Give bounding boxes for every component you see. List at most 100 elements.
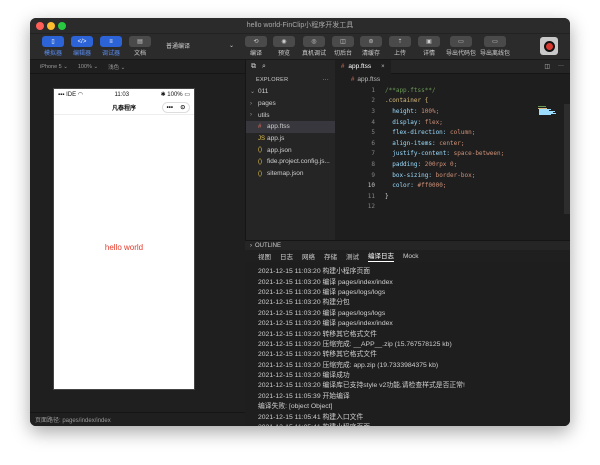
code-line[interactable]: 1 /**app.ftss**/ — [335, 85, 570, 96]
file-tree-item[interactable]: () sitemap.json — [246, 168, 335, 180]
code-line[interactable]: 9 box-sizing: border-box; — [335, 170, 570, 181]
chevron-icon: ⌄ — [250, 89, 256, 96]
code-line[interactable]: 7 justify-content: space-between; — [335, 149, 570, 160]
toolbar-button-label: 调试器 — [101, 51, 120, 57]
debug-tab[interactable]: 网络 — [302, 251, 315, 261]
file-explorer: ⧉ ⌕ EXPLORER ··· ⌄ 011 › pages › utils # app.ft… — [245, 60, 335, 240]
code-line[interactable]: 6 align-items: center; — [335, 138, 570, 149]
phone-status-bar: ▪▪▪ IDE ◠ 11:03 ✱ 100% ▭ — [54, 89, 194, 100]
debug-tab[interactable]: 存储 — [324, 251, 337, 261]
explorer-title: EXPLORER — [256, 77, 289, 83]
code-token: #ff0000; — [417, 182, 447, 190]
file-name: utils — [258, 111, 270, 119]
more-icon[interactable]: ··· — [558, 63, 564, 70]
toolbar-action-5[interactable]: ⇡ 上传 — [387, 36, 413, 57]
toolbar-action-3[interactable]: ◫ 切后台 — [330, 36, 356, 57]
toolbar-action-2[interactable]: ◎ 真机调试 — [301, 36, 327, 57]
log-line: 2021-12-15 11:05:41 构建入口文件 — [258, 413, 364, 421]
toolbar-action-4[interactable]: ⊜ 清缓存 — [358, 36, 384, 57]
compile-icon: ⟲ — [245, 36, 267, 47]
phone-screen[interactable]: ▪▪▪ IDE ◠ 11:03 ✱ 100% ▭ 凡泰程序 ••• ⊙ hell… — [53, 88, 195, 390]
toolbar-button-3[interactable]: ▤ 文档 — [127, 36, 153, 57]
code-token: align-items: — [385, 139, 440, 147]
device-debug-icon: ◎ — [303, 36, 325, 47]
mini-program-capsule: ••• ⊙ — [162, 102, 190, 113]
line-number: 4 — [371, 118, 375, 126]
files-icon[interactable]: ⧉ — [251, 63, 256, 71]
close-circle-icon[interactable]: ⊙ — [180, 104, 185, 111]
toolbar-action-label: 真机调试 — [301, 51, 326, 57]
toolbar-action-0[interactable]: ⟲ 编译 — [243, 36, 269, 57]
file-name: app.ftss — [267, 123, 290, 131]
search-icon[interactable]: ⌕ — [262, 63, 266, 71]
editor-scrollbar[interactable] — [564, 104, 570, 214]
toolbar-action-1[interactable]: ◉ 预览 — [271, 36, 297, 57]
code-token: 200rpx 0; — [424, 160, 458, 168]
close-tab-icon[interactable]: × — [381, 64, 385, 70]
code-line[interactable]: 11} — [335, 191, 570, 202]
toolbar-button-label: 文档 — [133, 51, 146, 57]
debug-tab[interactable]: Mock — [403, 253, 419, 260]
code-line[interactable]: 5 flex-direction: column; — [335, 127, 570, 138]
wifi-icon: ◠ — [77, 92, 83, 98]
code-token: 100%; — [421, 107, 440, 115]
code-line[interactable]: 8 padding: 200rpx 0; — [335, 159, 570, 170]
battery-icon: ▭ — [184, 92, 190, 98]
toolbar-button-1[interactable]: </> 编辑器 — [69, 36, 95, 57]
minimap[interactable] — [538, 106, 556, 116]
code-line[interactable]: 3 height: 100%; — [335, 106, 570, 117]
debug-tabs: 视图 日志 网络 存储 测试 编译日志 Mock — [245, 250, 570, 262]
code-line[interactable]: 2 .container { — [335, 96, 570, 107]
toolbar-action-label: 清缓存 — [361, 51, 380, 57]
file-tree-item[interactable]: ⌄ 011 — [246, 86, 335, 98]
code-token: /**app.ftss**/ — [385, 86, 436, 94]
file-tree-item[interactable]: › pages — [246, 98, 335, 110]
split-editor-icon[interactable]: ◫ — [544, 63, 550, 70]
line-number: 5 — [371, 129, 375, 137]
clear-cache-icon: ⊜ — [360, 36, 382, 47]
tab-app-ftss[interactable]: # app.ftss × — [335, 59, 391, 74]
compile-mode-select[interactable]: 普通编译 ⌄ — [162, 39, 238, 51]
file-tree-item[interactable]: JS app.js — [246, 133, 335, 145]
toolbar-action-8[interactable]: ▭ 导出离线包 — [480, 36, 510, 57]
title-bar: hello world-FinClip小程序开发工具 — [30, 18, 570, 34]
device-select[interactable]: iPhone 5 ⌄ — [40, 64, 68, 70]
code-line[interactable]: 4 display: flex; — [335, 117, 570, 128]
code-token: column; — [450, 129, 476, 137]
outline-panel-header[interactable]: › OUTLINE — [245, 240, 570, 250]
debug-tab[interactable]: 日志 — [280, 251, 293, 261]
code-line[interactable]: 10 color: #ff0000; — [335, 180, 570, 191]
code-token: center; — [439, 139, 465, 147]
details-icon: ▣ — [418, 36, 440, 47]
more-actions-icon[interactable]: ··· — [323, 77, 329, 83]
log-line: 2021-12-15 11:03:20 压缩完成: app.zip (19.73… — [258, 361, 439, 369]
file-name: sitemap.json — [267, 170, 304, 178]
code-token: flex-direction: — [385, 129, 451, 137]
file-tree-item[interactable]: › utils — [246, 109, 335, 121]
more-icon[interactable]: ••• — [167, 105, 173, 111]
code-line[interactable]: 12 — [335, 202, 570, 213]
file-tree-item[interactable]: () app.json — [246, 144, 335, 156]
code-token: border-box; — [435, 171, 476, 179]
css-file-icon: # — [351, 76, 355, 83]
toolbar-button-2[interactable]: ≡ 调试器 — [98, 36, 124, 57]
nav-title: 凡泰程序 — [111, 105, 136, 112]
code-area[interactable]: 1/**app.ftss**/2 .container {3 height: 10… — [335, 85, 570, 212]
toolbar-action-7[interactable]: ▭ 导出代码包 — [446, 36, 476, 57]
debug-tab[interactable]: 视图 — [258, 251, 271, 261]
debug-tab[interactable]: 测试 — [346, 251, 359, 261]
code-editor: # app.ftss × ◫ ··· # app.ftss 1 /**app.ft… — [335, 59, 570, 240]
file-tree-item[interactable]: () fide.project.config.js... — [246, 156, 335, 168]
log-line: 2021-12-15 11:05:39 开始编译 — [258, 392, 350, 400]
theme-select[interactable]: 浅色 ⌄ — [108, 63, 125, 71]
zoom-select[interactable]: 100% ⌄ — [78, 64, 98, 70]
toolbar-button-0[interactable]: ▯ 模拟器 — [40, 36, 66, 57]
user-avatar[interactable] — [540, 37, 558, 55]
breadcrumb-file[interactable]: app.ftss — [357, 76, 380, 83]
file-tree-item[interactable]: # app.ftss — [246, 121, 335, 133]
log-line: 2021-12-15 11:03:20 转移其它格式文件 — [258, 351, 377, 359]
toolbar-action-6[interactable]: ▣ 详情 — [416, 36, 442, 57]
debug-tab[interactable]: 编译日志 — [368, 250, 394, 262]
json-file-icon: () — [258, 158, 262, 165]
phone-nav-bar: 凡泰程序 ••• ⊙ — [54, 100, 194, 115]
